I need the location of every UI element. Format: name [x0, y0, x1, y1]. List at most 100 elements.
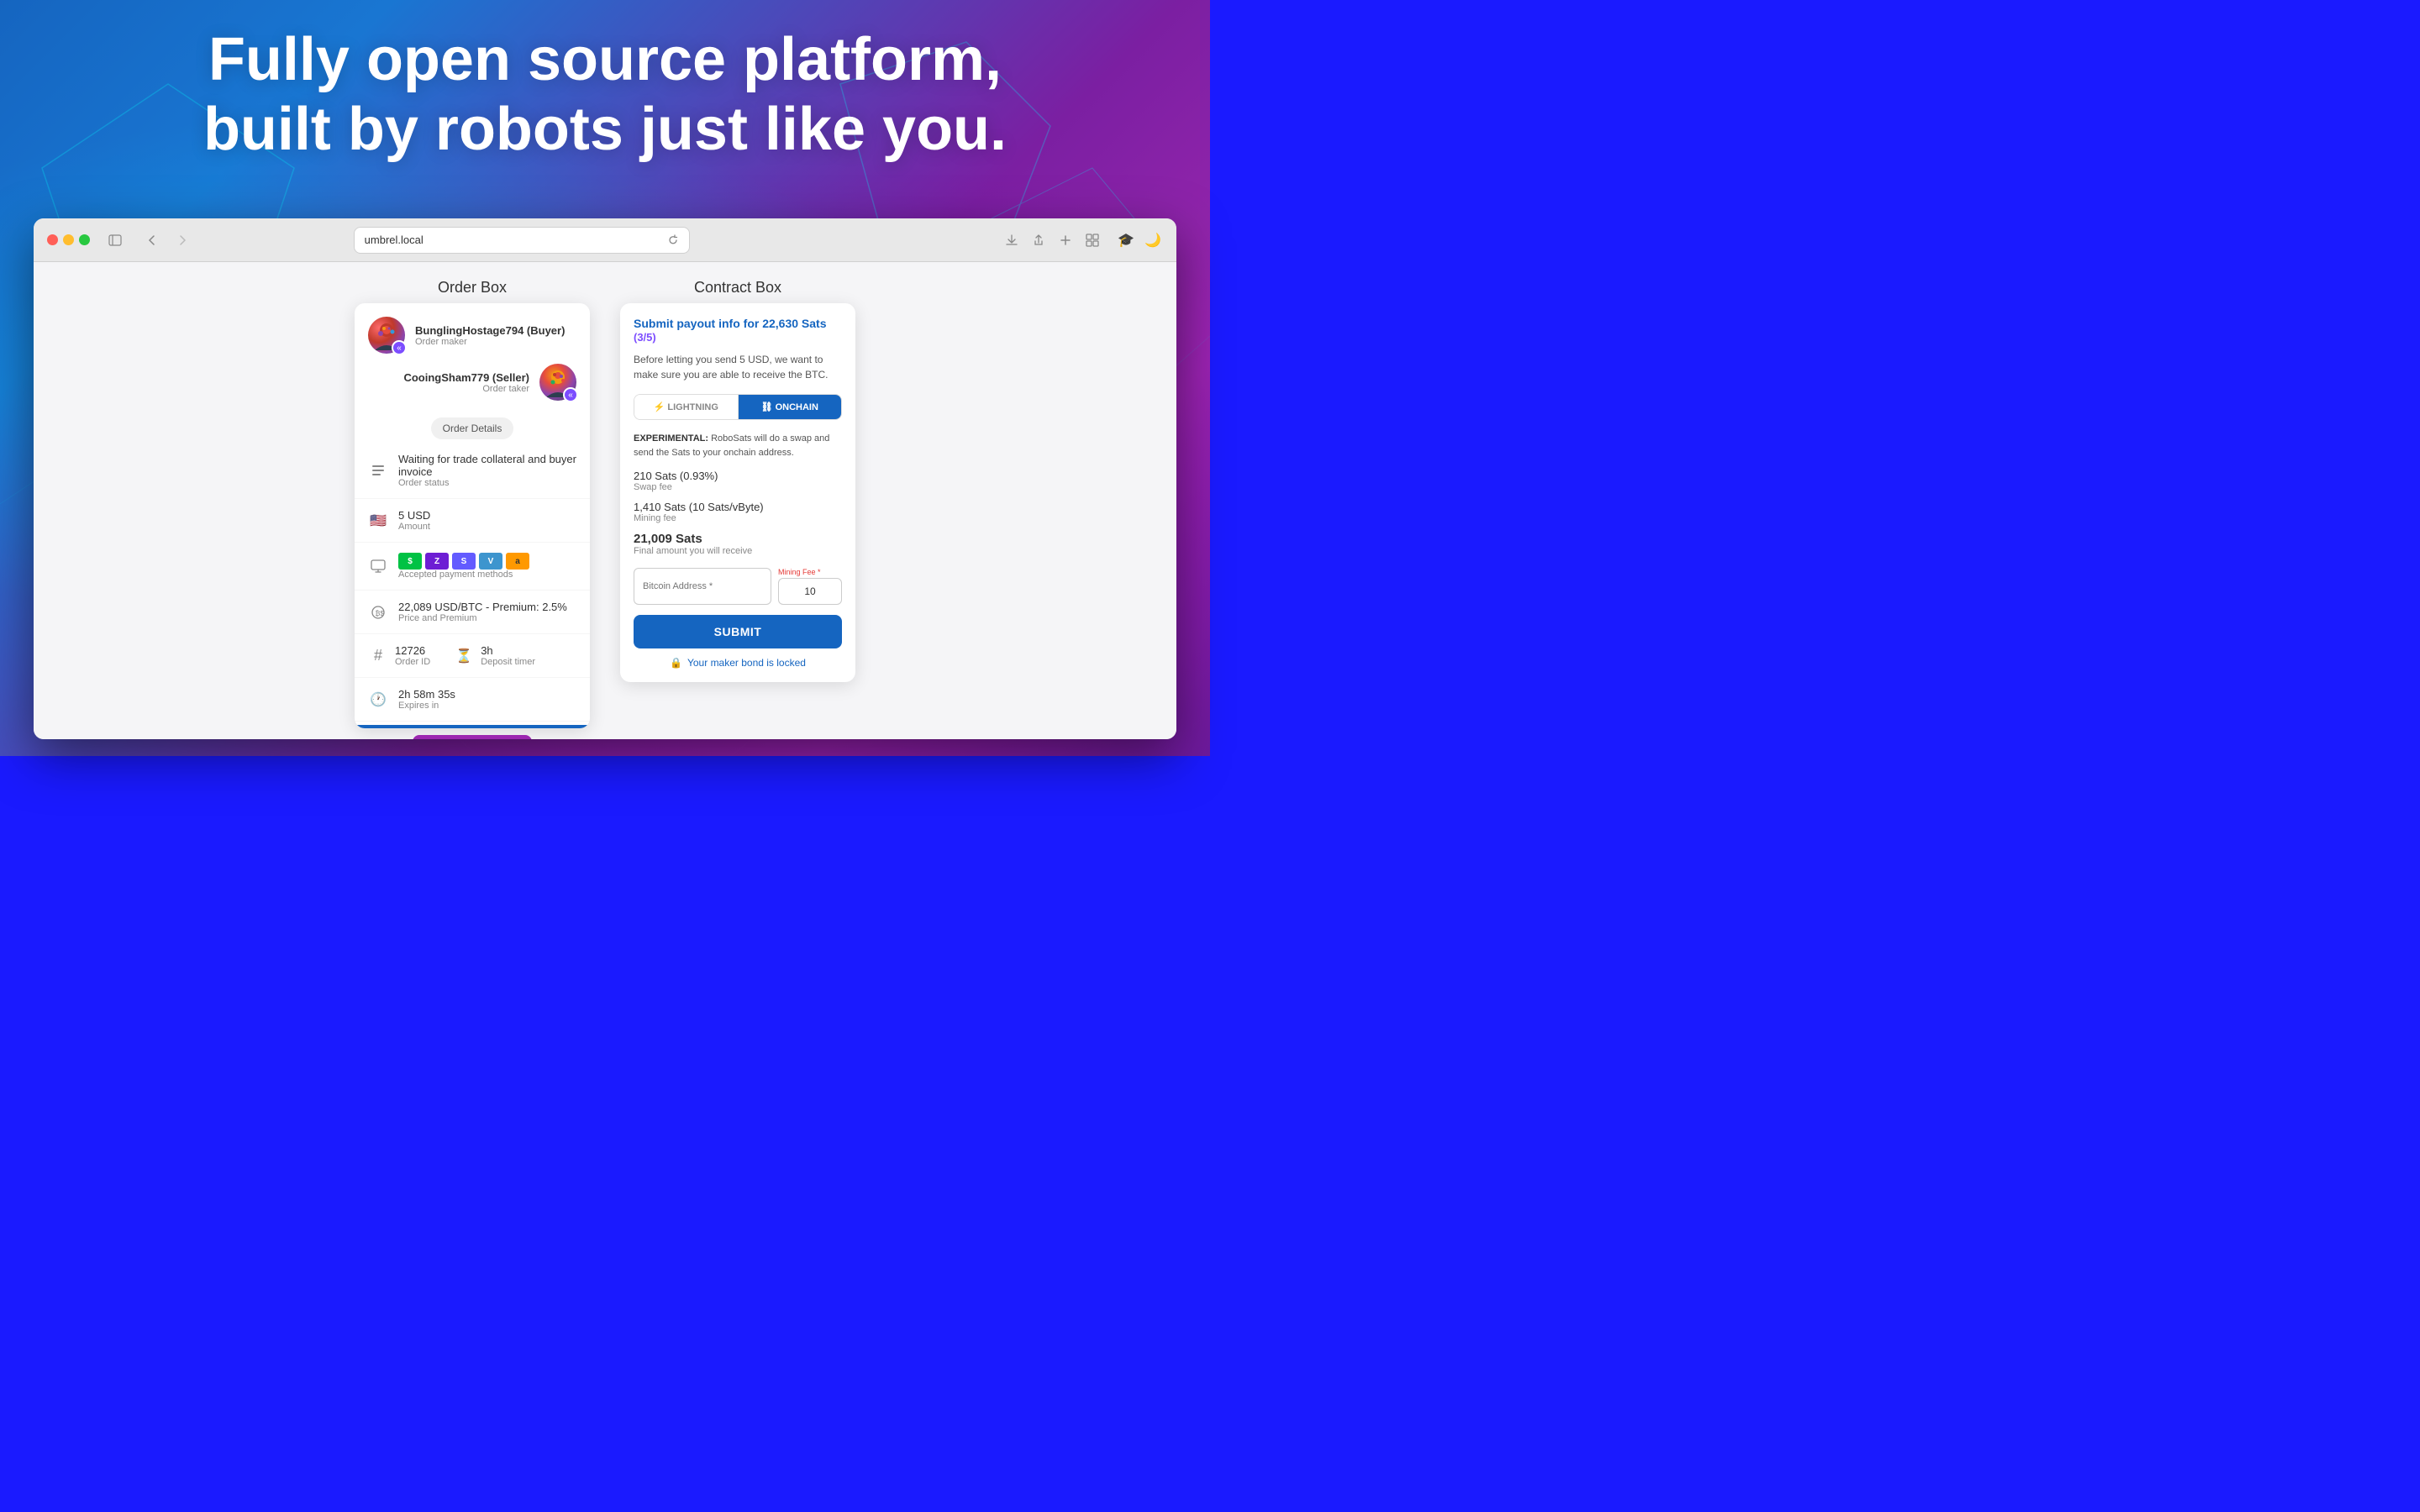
cancel-section: CANCEL: [413, 735, 531, 739]
order-id-item: # 12726 Order ID: [368, 644, 430, 667]
mining-fee-display-label: Mining fee: [634, 513, 842, 523]
order-id-timer-row: # 12726 Order ID ⏳ 3h Deposit timer: [355, 634, 590, 678]
mining-fee-row: 1,410 Sats (10 Sats/vByte) Mining fee: [634, 501, 842, 523]
payment-methods-content: $ Z S V a Accepted payment methods: [398, 553, 576, 580]
payment-methods-label: Accepted payment methods: [398, 570, 576, 580]
order-box-panel: « BunglingHostage794 (Buyer) Order maker: [355, 303, 590, 728]
reload-icon[interactable]: [667, 234, 679, 246]
flag-icon: 🇺🇸: [368, 511, 388, 531]
maximize-button[interactable]: [79, 234, 90, 245]
buyer-role: Order maker: [415, 337, 576, 347]
buyer-avatar-container: «: [368, 317, 405, 354]
venmo-badge: V: [479, 553, 502, 570]
mining-fee-display-value: 1,410 Sats (10 Sats/vByte): [634, 501, 842, 513]
browser-chrome: umbrel.local 🎓 🌙: [34, 218, 1176, 262]
deposit-timer-label: Deposit timer: [481, 657, 535, 667]
mining-fee-input[interactable]: [778, 578, 842, 605]
final-amount-section: 21,009 Sats Final amount you will receiv…: [634, 532, 842, 556]
onchain-toggle-button[interactable]: ⛓ ONCHAIN: [739, 395, 842, 419]
tabs-icon[interactable]: [1082, 230, 1102, 250]
experimental-note: EXPERIMENTAL: RoboSats will do a swap an…: [634, 432, 842, 459]
order-details-button[interactable]: Order Details: [431, 417, 514, 439]
order-box-section: Order Box: [346, 279, 598, 739]
contract-box-section: Contract Box Submit payout info for 22,6…: [612, 279, 864, 682]
cancel-button[interactable]: CANCEL: [413, 735, 531, 739]
step-badge: (3/5): [634, 331, 656, 344]
contract-submit-title: Submit payout info for 22,630 Sats (3/5): [634, 317, 842, 344]
status-label: Order status: [398, 478, 576, 488]
expires-label: Expires in: [398, 701, 576, 711]
app-container: Order Box: [34, 279, 1176, 722]
deposit-timer-item: ⏳ 3h Deposit timer: [454, 644, 535, 667]
lock-icon: 🔒: [670, 657, 682, 669]
bitcoin-address-input[interactable]: [634, 568, 771, 605]
price-content: 22,089 USD/BTC - Premium: 2.5% Price and…: [398, 601, 576, 623]
hero-line1: Fully open source platform,: [208, 26, 1002, 93]
contract-box-panel: Submit payout info for 22,630 Sats (3/5)…: [620, 303, 855, 682]
buyer-name: BunglingHostage794 (Buyer): [415, 324, 576, 337]
timer-icon: ⏳: [454, 646, 474, 666]
hash-icon: #: [368, 646, 388, 666]
zelle-badge: Z: [425, 553, 449, 570]
browser-extras: 🎓 🌙: [1116, 230, 1163, 250]
address-bar[interactable]: umbrel.local: [354, 227, 690, 254]
expires-content: 2h 58m 35s Expires in: [398, 688, 576, 711]
buyer-avatar-badge: «: [392, 340, 407, 355]
swap-fee-label: Swap fee: [634, 482, 842, 492]
order-id-value: 12726: [395, 644, 430, 657]
stripe-badge: S: [452, 553, 476, 570]
bottom-blue-bar: [355, 725, 590, 728]
expires-value: 2h 58m 35s: [398, 688, 576, 701]
download-icon[interactable]: [1002, 230, 1022, 250]
seller-name: CooingSham779 (Seller): [368, 371, 529, 384]
price-value: 22,089 USD/BTC - Premium: 2.5%: [398, 601, 576, 613]
browser-content: Order Box: [34, 262, 1176, 739]
mining-fee-input-label: Mining Fee *: [778, 568, 842, 576]
swap-fee-value: 210 Sats (0.93%): [634, 470, 842, 482]
status-icon: [368, 460, 388, 480]
amount-value: 5 USD: [398, 509, 576, 522]
seller-role: Order taker: [368, 384, 529, 394]
contract-box-title: Contract Box: [694, 279, 781, 297]
moon-icon: 🌙: [1143, 230, 1163, 250]
amount-label: Amount: [398, 522, 576, 532]
order-id-content: 12726 Order ID: [395, 644, 430, 667]
final-amount-value: 21,009 Sats: [634, 532, 842, 546]
participants: « BunglingHostage794 (Buyer) Order maker: [355, 303, 590, 443]
lightning-toggle-button[interactable]: ⚡ LIGHTNING: [634, 395, 739, 419]
deposit-timer-content: 3h Deposit timer: [481, 644, 535, 667]
final-amount-label: Final amount you will receive: [634, 546, 842, 556]
payout-input-row: Mining Fee *: [634, 568, 842, 605]
submit-button[interactable]: SUBMIT: [634, 615, 842, 648]
amazon-badge: a: [506, 553, 529, 570]
add-tab-icon[interactable]: [1055, 230, 1076, 250]
buyer-row: « BunglingHostage794 (Buyer) Order maker: [368, 317, 576, 354]
hero-line2: built by robots just like you.: [203, 96, 1007, 163]
order-details-row: Order Details: [368, 411, 576, 443]
order-box-title: Order Box: [438, 279, 507, 297]
price-label: Price and Premium: [398, 613, 576, 623]
browser-window: umbrel.local 🎓 🌙: [34, 218, 1176, 739]
payment-icons: $ Z S V a: [398, 553, 576, 570]
status-text: Waiting for trade collateral and buyer i…: [398, 453, 576, 478]
sidebar-toggle-icon[interactable]: [103, 228, 127, 252]
payment-methods-row: $ Z S V a Accepted payment methods: [355, 543, 590, 591]
swap-fee-row: 210 Sats (0.93%) Swap fee: [634, 470, 842, 492]
mining-fee-input-container: Mining Fee *: [778, 568, 842, 605]
contract-description: Before letting you send 5 USD, we want t…: [634, 352, 842, 382]
forward-button[interactable]: [171, 228, 194, 252]
hero-section: Fully open source platform, built by rob…: [0, 25, 1210, 165]
maker-bond-status: 🔒 Your maker bond is locked: [634, 657, 842, 669]
submit-payout-text: Submit payout info for 22,630 Sats: [634, 317, 827, 330]
minimize-button[interactable]: [63, 234, 74, 245]
browser-action-buttons: 🎓 🌙: [1002, 230, 1163, 250]
amount-row: 🇺🇸 5 USD Amount: [355, 499, 590, 543]
buyer-info: BunglingHostage794 (Buyer) Order maker: [415, 324, 576, 347]
back-button[interactable]: [140, 228, 164, 252]
close-button[interactable]: [47, 234, 58, 245]
price-icon: ₿$: [368, 602, 388, 622]
price-row: ₿$ 22,089 USD/BTC - Premium: 2.5% Price …: [355, 591, 590, 634]
amount-content: 5 USD Amount: [398, 509, 576, 532]
share-icon[interactable]: [1028, 230, 1049, 250]
mortarboard-icon: 🎓: [1116, 230, 1136, 250]
